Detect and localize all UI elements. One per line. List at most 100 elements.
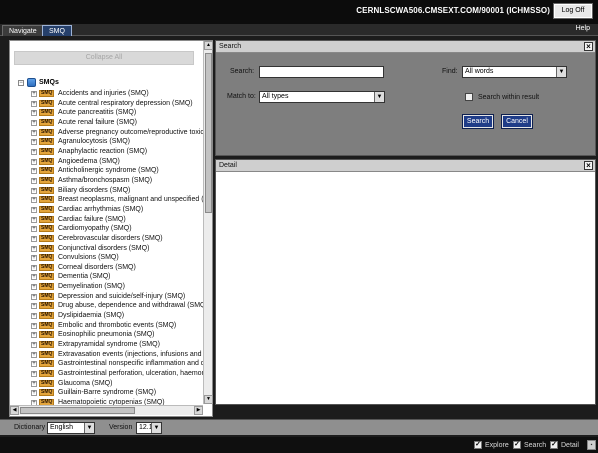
tab-smq[interactable]: SMQ [42, 25, 72, 36]
tree-item[interactable]: + SMQ Depression and suicide/self-injury (… [16, 292, 206, 302]
tree-root[interactable]: − SMQs [16, 78, 206, 88]
tree-item[interactable]: + SMQ Agranulocytosis (SMQ) [16, 137, 206, 147]
tree-item-label[interactable]: Acute central respiratory depression (SM… [58, 99, 193, 109]
tree-item[interactable]: + SMQ Accidents and injuries (SMQ) [16, 89, 206, 99]
tree-item[interactable]: + SMQ Acute pancreatitis (SMQ) [16, 108, 206, 118]
tree-item[interactable]: + SMQ Cardiac failure (SMQ) [16, 215, 206, 225]
plus-icon[interactable]: + [31, 226, 37, 233]
tree-item-label[interactable]: Convulsions (SMQ) [58, 253, 119, 263]
tree-item[interactable]: + SMQ Anticholinergic syndrome (SMQ) [16, 166, 206, 176]
tree-item-label[interactable]: Demyelination (SMQ) [58, 282, 125, 292]
plus-icon[interactable]: + [31, 206, 37, 213]
plus-icon[interactable]: + [31, 129, 37, 136]
plus-icon[interactable]: + [31, 361, 37, 368]
tree-item-label[interactable]: Cardiomyopathy (SMQ) [58, 224, 132, 234]
tree-item[interactable]: + SMQ Asthma/bronchospasm (SMQ) [16, 176, 206, 186]
tree-item-label[interactable]: Extrapyramidal syndrome (SMQ) [58, 340, 160, 350]
tree-item[interactable]: + SMQ Glaucoma (SMQ) [16, 379, 206, 389]
tab-navigate[interactable]: Navigate [2, 25, 44, 36]
tree-item[interactable]: + SMQ Demyelination (SMQ) [16, 282, 206, 292]
tree-item-label[interactable]: Cardiac failure (SMQ) [58, 215, 126, 225]
dictionary-select[interactable]: English ▼ [47, 422, 95, 434]
plus-icon[interactable]: + [31, 293, 37, 300]
tree-item-label[interactable]: Adverse pregnancy outcome/reproductive t… [58, 128, 206, 138]
plus-icon[interactable]: + [31, 264, 37, 271]
tree-item-label[interactable]: Angioedema (SMQ) [58, 157, 120, 167]
plus-icon[interactable]: + [31, 235, 37, 242]
plus-icon[interactable]: + [31, 168, 37, 175]
plus-icon[interactable]: + [31, 216, 37, 223]
tree-item[interactable]: + SMQ Acute central respiratory depression… [16, 99, 206, 109]
tree-item[interactable]: + SMQ Adverse pregnancy outcome/reproducti… [16, 128, 206, 138]
tree-item[interactable]: + SMQ Cardiomyopathy (SMQ) [16, 224, 206, 234]
tree-item-label[interactable]: Drug abuse, dependence and withdrawal (S… [58, 301, 206, 311]
tree-item[interactable]: + SMQ Eosinophilic pneumonia (SMQ) [16, 330, 206, 340]
plus-icon[interactable]: + [31, 313, 37, 320]
version-select[interactable]: 12.1 ▼ [136, 422, 162, 434]
tree-item-label[interactable]: Cardiac arrhythmias (SMQ) [58, 205, 143, 215]
plus-icon[interactable]: + [31, 255, 37, 262]
plus-icon[interactable]: + [31, 100, 37, 107]
tree-item-label[interactable]: Cerebrovascular disorders (SMQ) [58, 234, 163, 244]
find-select[interactable]: All words ▼ [462, 66, 567, 78]
search-within-checkbox[interactable] [465, 93, 473, 101]
tree-item-label[interactable]: Agranulocytosis (SMQ) [58, 137, 130, 147]
tree-item-label[interactable]: Gastrointestinal perforation, ulceration… [58, 369, 206, 379]
plus-icon[interactable]: + [31, 371, 37, 378]
scroll-thumb[interactable] [205, 53, 212, 213]
chevron-down-icon[interactable]: ▼ [151, 423, 161, 433]
tree-item-label[interactable]: Asthma/bronchospasm (SMQ) [58, 176, 152, 186]
tree-item[interactable]: + SMQ Extrapyramidal syndrome (SMQ) [16, 340, 206, 350]
chevron-down-icon[interactable]: ▼ [84, 423, 94, 433]
plus-icon[interactable]: + [31, 148, 37, 155]
tree-item-label[interactable]: Depression and suicide/self-injury (SMQ) [58, 292, 185, 302]
scroll-left-icon[interactable]: ◀ [10, 406, 19, 415]
tree-item[interactable]: + SMQ Gastrointestinal nonspecific inflamm… [16, 359, 206, 369]
plus-icon[interactable]: + [31, 274, 37, 281]
tree-item-label[interactable]: Glaucoma (SMQ) [58, 379, 112, 389]
plus-icon[interactable]: + [31, 177, 37, 184]
tree-item[interactable]: + SMQ Conjunctival disorders (SMQ) [16, 244, 206, 254]
plus-icon[interactable]: + [31, 342, 37, 349]
tree-item-label[interactable]: Eosinophilic pneumonia (SMQ) [58, 330, 155, 340]
tree-item[interactable]: + SMQ Acute renal failure (SMQ) [16, 118, 206, 128]
tree-item[interactable]: + SMQ Dyslipidaemia (SMQ) [16, 311, 206, 321]
plus-icon[interactable]: + [31, 158, 37, 165]
collapse-all-button[interactable]: Collapse All [14, 51, 194, 65]
tree-item-label[interactable]: Conjunctival disorders (SMQ) [58, 244, 149, 254]
tree-item-label[interactable]: Breast neoplasms, malignant and unspecif… [58, 195, 206, 205]
plus-icon[interactable]: + [31, 197, 37, 204]
tree-item-label[interactable]: Accidents and injuries (SMQ) [58, 89, 149, 99]
tree-item[interactable]: + SMQ Guillain-Barre syndrome (SMQ) [16, 388, 206, 398]
detail-checkbox[interactable]: ✓ [550, 441, 558, 449]
tree-item-label[interactable]: Biliary disorders (SMQ) [58, 186, 130, 196]
scroll-thumb-horizontal[interactable] [20, 407, 135, 414]
tree-item-label[interactable]: Guillain-Barre syndrome (SMQ) [58, 388, 156, 398]
scroll-up-icon[interactable]: ▲ [204, 41, 213, 50]
tree-item[interactable]: + SMQ Drug abuse, dependence and withdrawa… [16, 301, 206, 311]
tree-item[interactable]: + SMQ Angioedema (SMQ) [16, 157, 206, 167]
minus-icon[interactable]: − [18, 80, 24, 86]
tree-item-label[interactable]: Gastrointestinal nonspecific inflammatio… [58, 359, 206, 369]
tree-item-label[interactable]: Anticholinergic syndrome (SMQ) [58, 166, 159, 176]
tree-item-label[interactable]: Extravasation events (injections, infusi… [58, 350, 206, 360]
scroll-right-icon[interactable]: ▶ [194, 406, 203, 415]
tree-item[interactable]: + SMQ Cerebrovascular disorders (SMQ) [16, 234, 206, 244]
close-icon[interactable]: × [584, 161, 593, 170]
tree-item[interactable]: + SMQ Extravasation events (injections, in… [16, 350, 206, 360]
tree-item[interactable]: + SMQ Breast neoplasms, malignant and unsp… [16, 195, 206, 205]
tree-item-label[interactable]: Anaphylactic reaction (SMQ) [58, 147, 147, 157]
chevron-down-icon[interactable]: ▼ [556, 67, 566, 77]
tree-horizontal-scrollbar[interactable]: ◀ ▶ [10, 405, 203, 415]
plus-icon[interactable]: + [31, 110, 37, 117]
tree-item[interactable]: + SMQ Corneal disorders (SMQ) [16, 263, 206, 273]
match-select[interactable]: All types ▼ [259, 91, 385, 103]
plus-icon[interactable]: + [31, 284, 37, 291]
plus-icon[interactable]: + [31, 139, 37, 146]
search-input[interactable] [259, 66, 384, 78]
scroll-down-icon[interactable]: ▼ [204, 395, 213, 404]
plus-icon[interactable]: + [31, 322, 37, 329]
chevron-down-icon[interactable]: ▼ [374, 92, 384, 102]
help-link[interactable]: Help [576, 25, 590, 32]
tree-item-label[interactable]: Embolic and thrombotic events (SMQ) [58, 321, 176, 331]
